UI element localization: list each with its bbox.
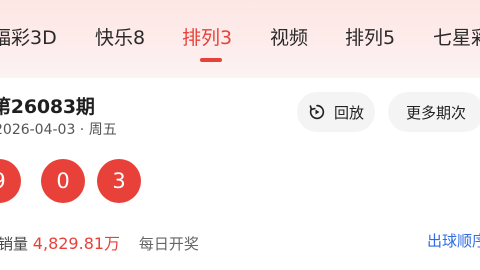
sales-info: 销量 4,829.81万 每日开奖 <box>0 230 199 254</box>
tab-kl8[interactable]: 快乐8 <box>95 24 145 52</box>
draw-schedule: 每日开奖 <box>138 235 199 253</box>
draw-ball: 3 <box>97 159 141 203</box>
replay-label: 回放 <box>333 103 364 122</box>
draw-date: 2026-04-03 · 周五 <box>0 122 117 138</box>
active-tab-indicator <box>200 58 222 62</box>
tab-pl3[interactable]: 排列3 <box>182 24 232 52</box>
draw-ball: 0 <box>41 159 85 203</box>
more-periods-button[interactable]: 更多期次 <box>388 92 480 132</box>
replay-icon <box>309 104 325 120</box>
draw-issue-title: 第26083期 <box>0 96 95 118</box>
lottery-tab-bar: 福彩3D 快乐8 排列3 视频 排列5 七星彩 <box>0 0 480 78</box>
tab-qxc[interactable]: 七星彩 <box>433 24 480 52</box>
replay-button[interactable]: 回放 <box>297 92 375 132</box>
tab-pl5[interactable]: 排列5 <box>345 24 395 52</box>
more-periods-label: 更多期次 <box>405 103 466 122</box>
tab-fc3d[interactable]: 福彩3D <box>0 24 57 52</box>
sales-amount: 4,829.81万 <box>32 234 121 253</box>
sales-label: 销量 <box>0 235 29 253</box>
ball-order-link[interactable]: 出球顺序 <box>427 230 480 251</box>
tab-video[interactable]: 视频 <box>270 24 308 52</box>
draw-ball: 9 <box>0 159 21 203</box>
